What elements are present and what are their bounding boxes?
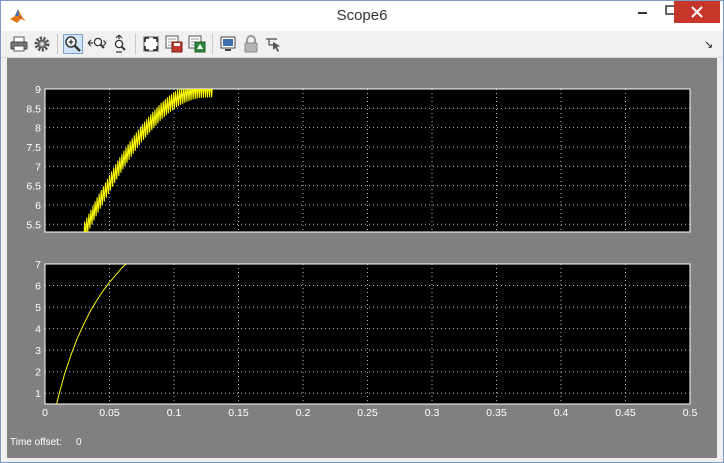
x-tick-label: 0.1 — [167, 407, 182, 419]
time-offset-value: 0 — [76, 437, 82, 448]
restore-axes-settings-icon — [188, 35, 206, 53]
y-tick-label: 3 — [35, 345, 41, 357]
zoom-y-button[interactable] — [110, 34, 130, 54]
x-tick-label: 0.2 — [296, 407, 311, 419]
floating-scope-button[interactable] — [218, 34, 238, 54]
autoscale-button[interactable] — [141, 34, 161, 54]
y-tick-label: 6.5 — [26, 181, 41, 193]
y-tick-label: 8.5 — [26, 103, 41, 115]
x-tick-label: 0.4 — [554, 407, 569, 419]
printer-icon — [10, 36, 28, 52]
x-tick-label: 0.35 — [486, 407, 507, 419]
title-bar[interactable]: Scope6 — [1, 1, 723, 31]
minimize-button[interactable] — [629, 1, 657, 23]
lock-icon — [244, 35, 258, 53]
save-axes-button[interactable] — [164, 34, 184, 54]
x-tick-label: 0.3 — [425, 407, 440, 419]
y-tick-label: 1 — [35, 388, 41, 400]
y-tick-label: 9 — [35, 84, 41, 96]
zoom-x-axis-icon — [87, 37, 107, 49]
x-tick-label: 0.45 — [615, 407, 636, 419]
toolbar: ↘ — [1, 31, 723, 58]
zoom-x-button[interactable] — [87, 34, 107, 54]
plot-area: 5.5 6 6.5 7 7.5 8 8.5 9 0 0.05 0.1 0.15 0.2 0.25 0.3 0.… — [7, 58, 717, 458]
y-tick-label: 5.5 — [26, 219, 41, 231]
y-tick-label: 4 — [35, 324, 41, 336]
y-tick-label: 6 — [35, 200, 41, 212]
gear-icon — [34, 36, 50, 52]
save-axes-settings-icon — [165, 35, 183, 53]
axes-1-background — [45, 89, 690, 232]
y-tick-label: 7.5 — [26, 142, 41, 154]
scope-window: Scope6 ↘ 5.5 6 6.5 7 7.5 8 8.5 9 0 0.05 … — [0, 0, 724, 463]
zoom-in-icon — [65, 36, 81, 52]
x-tick-label: 0.25 — [357, 407, 378, 419]
x-tick-label: 0.05 — [99, 407, 120, 419]
restore-axes-button[interactable] — [187, 34, 207, 54]
x-tick-label: 0 — [42, 407, 48, 419]
floating-scope-icon — [220, 36, 236, 51]
y-tick-label: 8 — [35, 123, 41, 135]
window-title: Scope6 — [336, 7, 388, 24]
y-tick-label: 6 — [35, 281, 41, 293]
print-button[interactable] — [9, 34, 29, 54]
signal-selector-button[interactable] — [264, 34, 284, 54]
autoscale-icon — [143, 36, 159, 52]
y-tick-label: 7 — [35, 161, 41, 173]
signal-selector-icon — [266, 38, 280, 52]
y-tick-label: 7 — [35, 259, 41, 271]
close-button[interactable] — [674, 1, 720, 23]
parameters-button[interactable] — [32, 34, 52, 54]
y-tick-label: 2 — [35, 367, 41, 379]
x-tick-label: 0.5 — [683, 407, 698, 419]
lock-axes-button[interactable] — [241, 34, 261, 54]
zoom-button[interactable] — [63, 34, 83, 54]
zoom-y-axis-icon — [114, 34, 126, 53]
dock-arrow-icon[interactable]: ↘ — [704, 38, 713, 51]
y-tick-label: 5 — [35, 302, 41, 314]
toolbar-separator — [135, 34, 136, 54]
toolbar-separator — [57, 34, 58, 54]
time-offset-label: Time offset: — [10, 437, 62, 448]
x-tick-label: 0.15 — [228, 407, 249, 419]
scope-axes[interactable]: 5.5 6 6.5 7 7.5 8 8.5 9 0 0.05 0.1 0.15 0.2 0.25 0.3 0.… — [7, 58, 717, 433]
toolbar-separator — [212, 34, 213, 54]
